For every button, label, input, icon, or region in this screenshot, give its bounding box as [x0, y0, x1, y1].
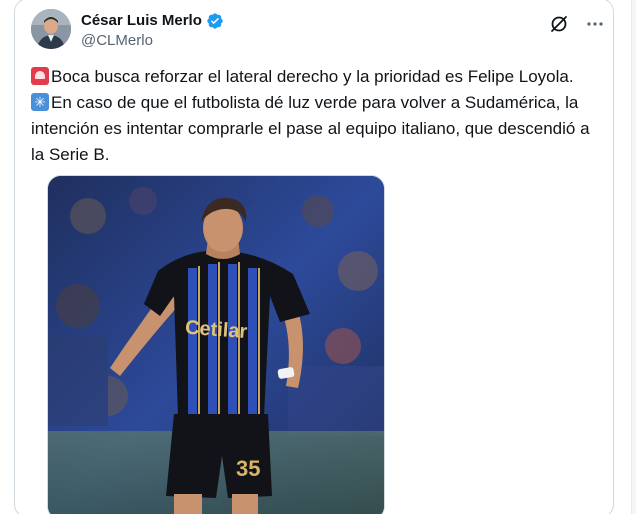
- eight-spoked-asterisk-emoji-icon: [31, 93, 49, 111]
- name-row: César Luis Merlo: [81, 12, 224, 30]
- more-icon[interactable]: [584, 13, 606, 35]
- tweet-card: César Luis Merlo @CLMerlo Boca busca ref…: [14, 0, 614, 514]
- tweet-photo[interactable]: Cetilar 35: [47, 175, 385, 514]
- tweet-line-1-text: Boca busca reforzar el lateral derecho y…: [51, 67, 574, 86]
- author-handle[interactable]: @CLMerlo: [81, 31, 224, 51]
- verified-badge-icon: [206, 12, 224, 30]
- page-scroll-edge: [631, 0, 636, 514]
- tweet-line-2-text: En caso de que el futbolista dé luz verd…: [31, 93, 590, 164]
- tweet-line-1: Boca busca reforzar el lateral derecho y…: [31, 64, 601, 90]
- tweet-line-2: En caso de que el futbolista dé luz verd…: [31, 90, 601, 168]
- tweet-text: Boca busca reforzar el lateral derecho y…: [31, 64, 601, 168]
- avatar[interactable]: [31, 9, 71, 49]
- display-name[interactable]: César Luis Merlo: [81, 12, 202, 30]
- tweet-header: César Luis Merlo @CLMerlo: [31, 9, 606, 55]
- svg-text:35: 35: [236, 456, 260, 481]
- svg-text:Cetilar: Cetilar: [184, 317, 248, 343]
- author-names: César Luis Merlo @CLMerlo: [81, 12, 224, 51]
- rotating-light-emoji-icon: [31, 67, 49, 85]
- grok-icon[interactable]: [548, 13, 570, 35]
- tweet-actions: [548, 13, 606, 35]
